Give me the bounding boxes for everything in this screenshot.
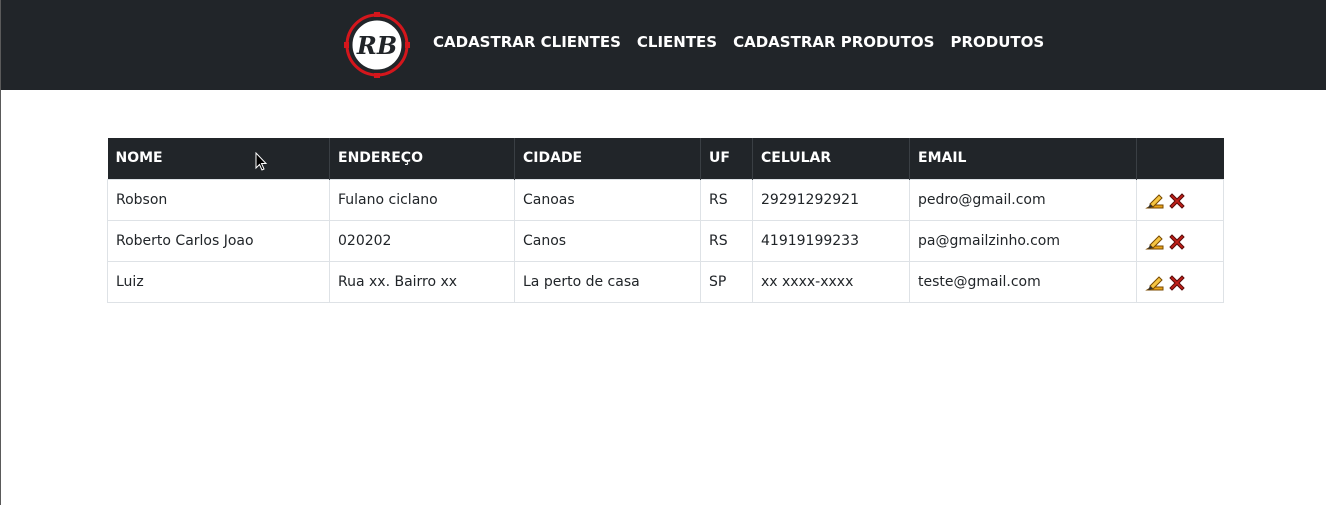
cell-actions <box>1136 260 1224 303</box>
column-header-actions <box>1136 138 1224 179</box>
cell-celular: xx xxxx-xxxx <box>752 260 910 303</box>
red-x-delete-icon[interactable] <box>1167 232 1187 252</box>
cell-uf: SP <box>700 260 753 303</box>
table-header: NOME ENDEREÇO CIDADE UF CELULAR EMAIL <box>107 138 1224 179</box>
column-header-endereco: ENDEREÇO <box>329 138 515 179</box>
nav-links: CADASTRAR CLIENTES CLIENTES CADASTRAR PR… <box>433 0 1044 84</box>
nav-produtos[interactable]: PRODUTOS <box>950 33 1044 51</box>
row-actions <box>1145 230 1215 252</box>
cell-cidade: Canoas <box>514 178 701 221</box>
pencil-edit-icon[interactable] <box>1145 232 1165 252</box>
cell-actions <box>1136 178 1224 221</box>
column-header-uf: UF <box>700 138 753 179</box>
rb-logo-icon: RB <box>344 12 410 78</box>
table-row: Robson Fulano ciclano Canoas RS 29291292… <box>107 178 1224 221</box>
column-header-cidade: CIDADE <box>514 138 701 179</box>
logo-text: RB <box>356 31 397 60</box>
nav-cadastrar-clientes[interactable]: CADASTRAR CLIENTES <box>433 33 621 51</box>
cell-uf: RS <box>700 219 753 262</box>
row-actions <box>1145 271 1215 293</box>
table-body: Robson Fulano ciclano Canoas RS 29291292… <box>107 178 1224 303</box>
pencil-edit-icon[interactable] <box>1145 191 1165 211</box>
nav-cadastrar-produtos[interactable]: CADASTRAR PRODUTOS <box>733 33 934 51</box>
column-header-nome: NOME <box>107 138 330 179</box>
nav-clientes[interactable]: CLIENTES <box>637 33 717 51</box>
page: RB CADASTRAR CLIENTES CLIENTES CADASTRAR… <box>0 0 1326 505</box>
navbar: RB CADASTRAR CLIENTES CLIENTES CADASTRAR… <box>1 0 1326 90</box>
cell-uf: RS <box>700 178 753 221</box>
cell-cidade: La perto de casa <box>514 260 701 303</box>
brand-logo[interactable]: RB <box>344 12 410 78</box>
table-row: Luiz Rua xx. Bairro xx La perto de casa … <box>107 260 1224 303</box>
red-x-delete-icon[interactable] <box>1167 273 1187 293</box>
cell-celular: 29291292921 <box>752 178 910 221</box>
table-row: Roberto Carlos Joao 020202 Canos RS 4191… <box>107 219 1224 262</box>
cell-email: pedro@gmail.com <box>909 178 1137 221</box>
cell-email: teste@gmail.com <box>909 260 1137 303</box>
cell-endereco: Rua xx. Bairro xx <box>329 260 515 303</box>
header-row: NOME ENDEREÇO CIDADE UF CELULAR EMAIL <box>107 138 1224 179</box>
cell-nome: Roberto Carlos Joao <box>107 219 330 262</box>
cell-email: pa@gmailzinho.com <box>909 219 1137 262</box>
column-header-email: EMAIL <box>909 138 1137 179</box>
cell-nome: Luiz <box>107 260 330 303</box>
clients-table-container: NOME ENDEREÇO CIDADE UF CELULAR EMAIL Ro… <box>107 138 1224 303</box>
cell-actions <box>1136 219 1224 262</box>
row-actions <box>1145 189 1215 211</box>
cell-nome: Robson <box>107 178 330 221</box>
pencil-edit-icon[interactable] <box>1145 273 1165 293</box>
cell-endereco: 020202 <box>329 219 515 262</box>
red-x-delete-icon[interactable] <box>1167 191 1187 211</box>
cell-endereco: Fulano ciclano <box>329 178 515 221</box>
mouse-cursor-icon <box>255 151 268 172</box>
clients-table: NOME ENDEREÇO CIDADE UF CELULAR EMAIL Ro… <box>107 138 1224 303</box>
column-header-celular: CELULAR <box>752 138 910 179</box>
cell-cidade: Canos <box>514 219 701 262</box>
cell-celular: 41919199233 <box>752 219 910 262</box>
